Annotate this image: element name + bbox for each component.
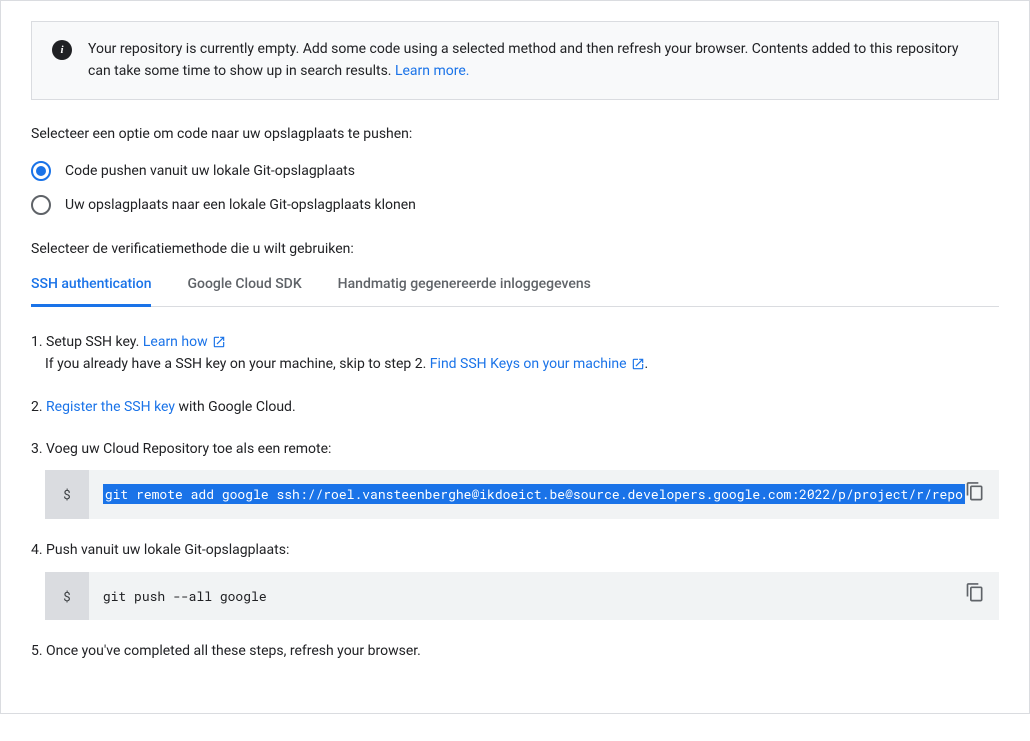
code-block-remote: $ git remote add google ssh://roel.vanst…: [45, 470, 999, 519]
learn-how-link[interactable]: Learn how: [143, 334, 226, 350]
radio-push-label: Code pushen vanuit uw lokale Git-opslagp…: [65, 163, 355, 179]
find-ssh-keys-link[interactable]: Find SSH Keys on your machine: [430, 356, 645, 372]
step-1-num: 1.: [31, 334, 46, 350]
code-remote-command[interactable]: git remote add google ssh://roel.vanstee…: [89, 470, 999, 519]
copy-button[interactable]: [959, 576, 991, 615]
copy-icon: [965, 582, 985, 602]
step-3-num: 3.: [31, 441, 46, 457]
step-1-text-a: Setup SSH key.: [46, 334, 143, 350]
steps-list: 1. Setup SSH key. Learn how If you alrea…: [31, 331, 999, 663]
step-5-text: Once you've completed all these steps, r…: [46, 643, 421, 659]
register-ssh-key-link[interactable]: Register the SSH key: [46, 399, 175, 415]
info-banner: i Your repository is currently empty. Ad…: [31, 21, 999, 100]
radio-clone-label: Uw opslagplaats naar een lokale Git-opsl…: [65, 197, 416, 213]
auth-method-title: Selecteer de verificatiemethode die u wi…: [31, 239, 999, 260]
step-4: 4. Push vanuit uw lokale Git-opslagplaat…: [31, 539, 999, 620]
step-5: 5. Once you've completed all these steps…: [31, 640, 999, 662]
external-link-icon: [212, 335, 226, 349]
tab-ssh[interactable]: SSH authentication: [31, 276, 151, 307]
push-options-group: Code pushen vanuit uw lokale Git-opslagp…: [31, 161, 999, 215]
external-link-icon: [631, 357, 645, 371]
radio-selected-icon: [31, 161, 51, 181]
tab-sdk[interactable]: Google Cloud SDK: [187, 276, 301, 307]
push-options-title: Selecteer een optie om code naar uw opsl…: [31, 124, 999, 145]
learn-more-link[interactable]: Learn more.: [395, 63, 470, 79]
radio-clone[interactable]: Uw opslagplaats naar een lokale Git-opsl…: [31, 195, 999, 215]
step-2: 2. Register the SSH key with Google Clou…: [31, 396, 999, 418]
copy-button[interactable]: [959, 475, 991, 514]
code-prompt-icon: $: [45, 572, 89, 621]
info-icon: i: [52, 40, 72, 60]
radio-push-local[interactable]: Code pushen vanuit uw lokale Git-opslagp…: [31, 161, 999, 181]
info-message: Your repository is currently empty. Add …: [88, 41, 959, 79]
step-4-num: 4.: [31, 542, 46, 558]
auth-tabs: SSH authentication Google Cloud SDK Hand…: [31, 276, 999, 307]
step-5-num: 5.: [31, 643, 46, 659]
info-text: Your repository is currently empty. Add …: [88, 38, 978, 83]
step-2-text: with Google Cloud.: [175, 399, 296, 415]
copy-icon: [965, 481, 985, 501]
radio-unselected-icon: [31, 195, 51, 215]
step-3-text: Voeg uw Cloud Repository toe als een rem…: [46, 441, 331, 457]
code-push-command[interactable]: git push --all google: [89, 572, 999, 621]
tab-manual[interactable]: Handmatig gegenereerde inloggegevens: [338, 276, 591, 307]
step-1-text-b: If you already have a SSH key on your ma…: [45, 356, 430, 372]
step-3: 3. Voeg uw Cloud Repository toe als een …: [31, 438, 999, 519]
step-2-num: 2.: [31, 399, 46, 415]
code-block-push: $ git push --all google: [45, 572, 999, 621]
code-prompt-icon: $: [45, 470, 89, 519]
step-4-text: Push vanuit uw lokale Git-opslagplaats:: [46, 542, 289, 558]
step-1: 1. Setup SSH key. Learn how If you alrea…: [31, 331, 999, 376]
